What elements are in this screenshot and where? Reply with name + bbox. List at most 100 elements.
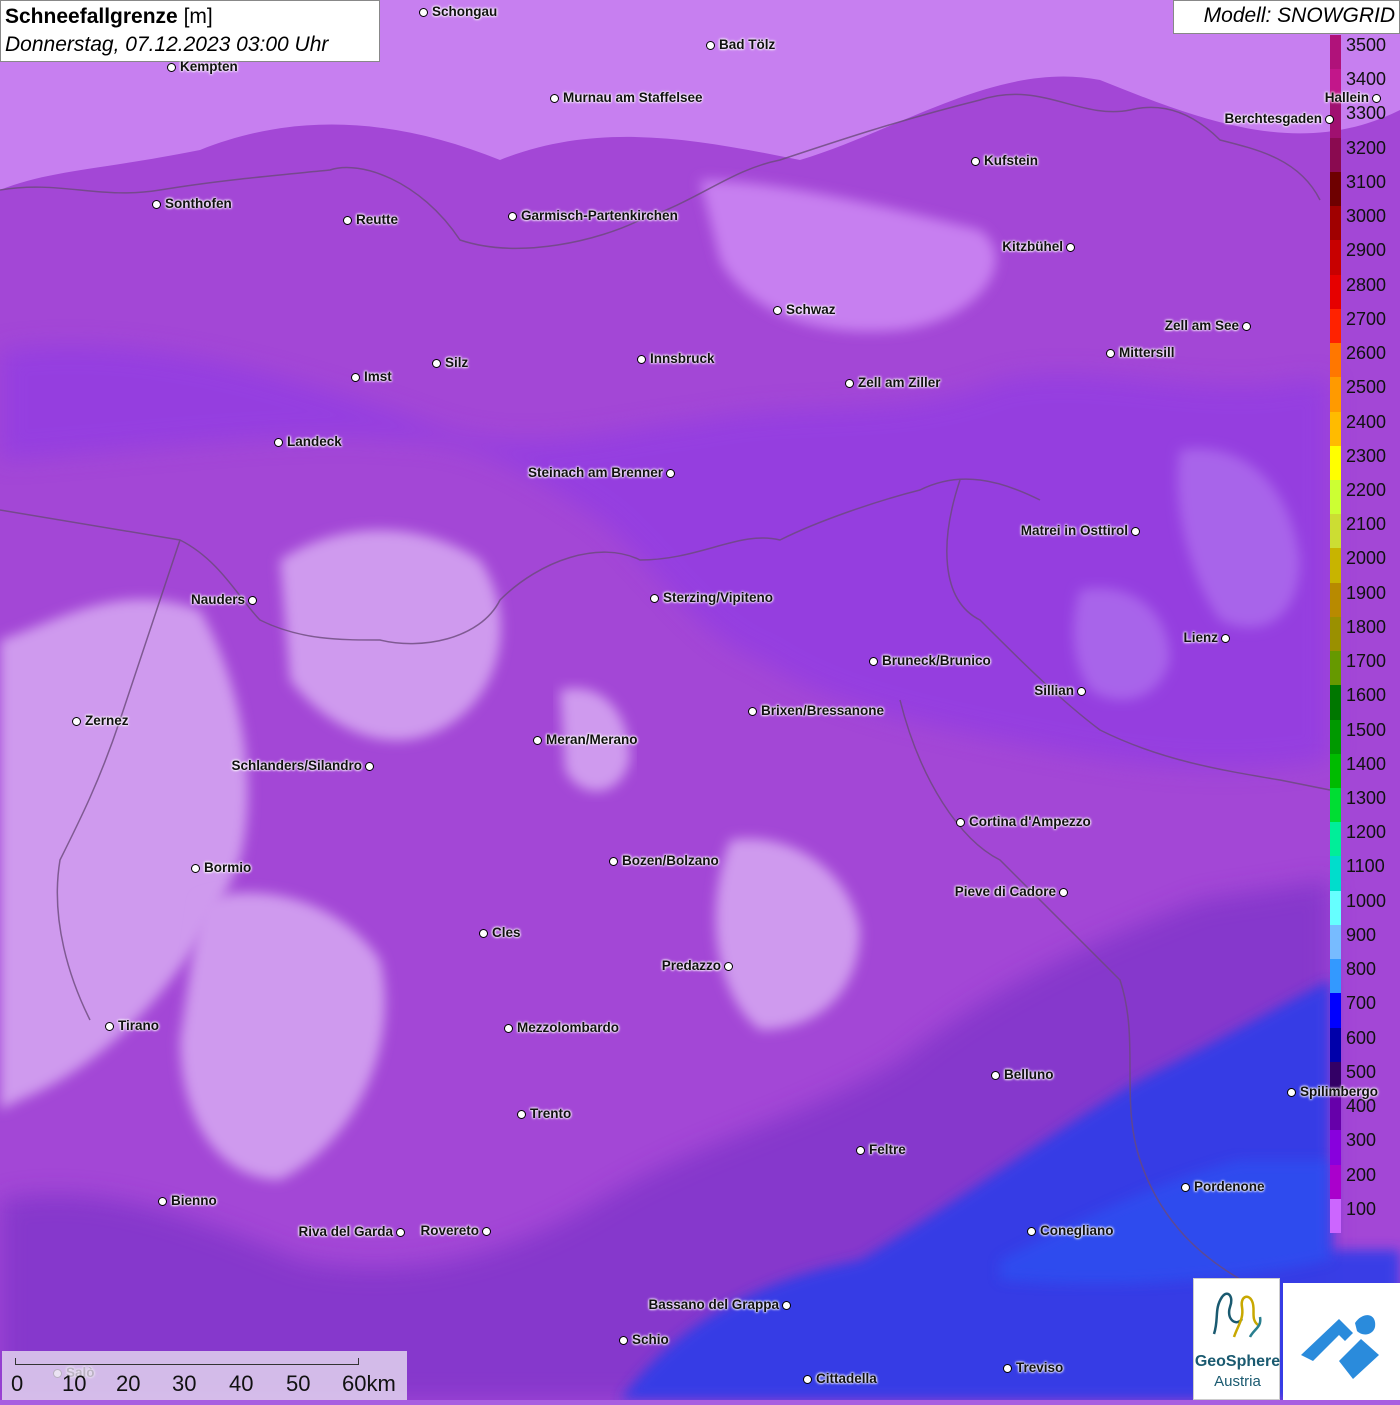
- city-label: Bad Tölz: [719, 37, 776, 52]
- city-marker: [991, 1071, 1000, 1080]
- city-label: Rovereto: [420, 1223, 479, 1238]
- city-label: Kempten: [180, 59, 238, 74]
- model-label: Modell: SNOWGRID: [1173, 0, 1400, 34]
- legend-swatch: [1330, 1096, 1341, 1131]
- legend-label: 600: [1346, 1027, 1377, 1048]
- legend-swatch: [1330, 1164, 1341, 1200]
- city-marker: [152, 200, 161, 209]
- city-marker: [432, 359, 441, 368]
- legend-label: 800: [1346, 959, 1377, 980]
- city-marker: [167, 63, 176, 72]
- legend-swatch: [1330, 479, 1341, 515]
- legend-swatch: [1330, 685, 1341, 721]
- legend-swatch: [1330, 582, 1341, 618]
- legend-label: 3200: [1346, 137, 1387, 158]
- city-label: Brixen/Bressanone: [761, 703, 885, 718]
- scale-label: 60km: [342, 1371, 396, 1396]
- legend-swatch: [1330, 719, 1341, 755]
- city-marker: [1066, 243, 1075, 252]
- city-marker: [508, 212, 517, 221]
- city-label: Sonthofen: [165, 196, 232, 211]
- city-marker: [504, 1024, 513, 1033]
- city-marker: [856, 1146, 865, 1155]
- city-label: Bassano del Grappa: [648, 1297, 779, 1312]
- city-label: Zernez: [85, 713, 129, 728]
- legend-swatch: [1330, 377, 1341, 412]
- map-datetime: Donnerstag, 07.12.2023 03:00 Uhr: [5, 33, 329, 56]
- legend-swatch: [1330, 1198, 1341, 1234]
- legend-swatch: [1330, 206, 1341, 241]
- city-label: Bormio: [204, 860, 252, 875]
- scale-bar: 0 10 20 30 40 50 60km: [2, 1351, 407, 1400]
- geosphere-name: GeoSphere: [1194, 1353, 1281, 1370]
- city-label: Riva del Garda: [298, 1224, 393, 1239]
- legend-swatch: [1330, 171, 1341, 207]
- city-label: Tirano: [118, 1018, 160, 1033]
- legend-label: 2300: [1346, 445, 1387, 466]
- city-label: Conegliano: [1040, 1223, 1114, 1238]
- city-label: Schlanders/Silandro: [231, 758, 362, 773]
- city-label: Schongau: [432, 4, 498, 19]
- city-marker: [956, 818, 965, 827]
- legend-label: 100: [1346, 1198, 1377, 1219]
- scale-label: 10: [62, 1371, 87, 1396]
- city-label: Zell am See: [1164, 318, 1239, 333]
- scale-label: 40: [229, 1371, 254, 1396]
- city-marker: [1242, 322, 1251, 331]
- city-marker: [845, 379, 854, 388]
- city-marker: [706, 41, 715, 50]
- city-label: Schwaz: [786, 302, 836, 317]
- legend-label: 1200: [1346, 822, 1387, 843]
- geosphere-logo: GeoSphere Austria: [1193, 1278, 1280, 1400]
- legend-label: 200: [1346, 1164, 1377, 1185]
- legend-swatch: [1330, 788, 1341, 823]
- legend-swatch: [1330, 240, 1341, 276]
- city-label: Landeck: [287, 434, 342, 449]
- city-label: Murnau am Staffelsee: [563, 90, 703, 105]
- legend-swatch: [1330, 35, 1341, 70]
- legend-label: 1600: [1346, 685, 1387, 706]
- city-marker: [748, 707, 757, 716]
- city-label: Zell am Ziller: [858, 375, 941, 390]
- city-marker: [1077, 687, 1086, 696]
- legend-swatch: [1330, 411, 1341, 447]
- legend-label: 2800: [1346, 274, 1387, 295]
- city-label: Reutte: [356, 212, 399, 227]
- city-marker: [419, 8, 428, 17]
- city-label: Imst: [364, 369, 392, 384]
- city-label: Hallein: [1324, 90, 1369, 105]
- city-marker: [619, 1336, 628, 1345]
- city-marker: [482, 1227, 491, 1236]
- map-title: Schneefallgrenze [m]: [5, 5, 213, 28]
- map-title-box: Schneefallgrenze [m] Donnerstag, 07.12.2…: [0, 0, 380, 62]
- city-label: Bienno: [171, 1193, 217, 1208]
- legend-label: 1300: [1346, 788, 1387, 809]
- legend-label: 2600: [1346, 343, 1387, 364]
- legend-label: 900: [1346, 924, 1377, 945]
- legend-label: 3000: [1346, 206, 1387, 227]
- city-marker: [105, 1022, 114, 1031]
- app-logo: [1283, 1283, 1400, 1400]
- legend-label: 3100: [1346, 171, 1387, 192]
- city-marker: [550, 94, 559, 103]
- city-label: Innsbruck: [650, 351, 715, 366]
- scale-label: 50: [286, 1371, 311, 1396]
- city-marker: [274, 438, 283, 447]
- legend-swatch: [1330, 343, 1341, 378]
- legend-swatch: [1330, 514, 1341, 549]
- city-marker: [773, 306, 782, 315]
- legend-label: 1400: [1346, 753, 1387, 774]
- city-marker: [343, 216, 352, 225]
- city-label: Sterzing/Vipiteno: [663, 590, 774, 605]
- city-label: Sillian: [1034, 683, 1074, 698]
- scale-label: 0: [11, 1371, 24, 1396]
- city-marker: [1003, 1364, 1012, 1373]
- legend-label: 2000: [1346, 548, 1387, 569]
- city-marker: [666, 469, 675, 478]
- city-label: Bozen/Bolzano: [622, 853, 719, 868]
- legend-label: 2400: [1346, 411, 1387, 432]
- city-label: Matrei in Osttirol: [1020, 523, 1128, 538]
- city-marker: [637, 355, 646, 364]
- city-label: Pordenone: [1194, 1179, 1265, 1194]
- city-label: Silz: [445, 355, 469, 370]
